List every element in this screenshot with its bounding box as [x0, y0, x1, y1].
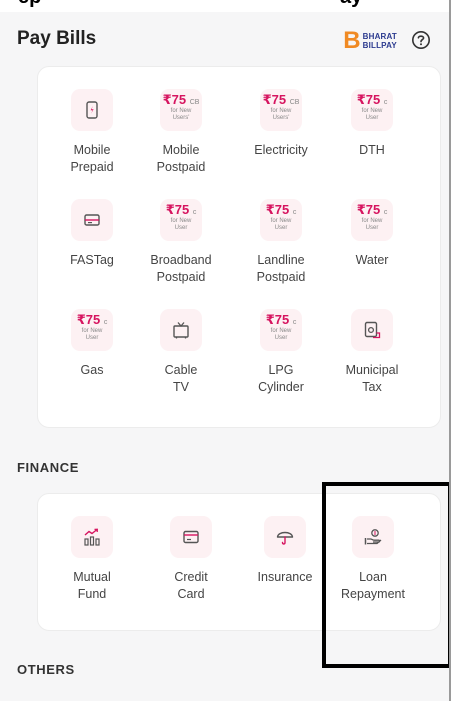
municipal-tax-icon — [351, 309, 393, 351]
tile-landline-postpaid[interactable]: ₹75 c for New User Landline Postpaid — [231, 199, 331, 286]
tile-label: Water — [355, 253, 389, 267]
bbps-logo-line2: BILLPAY — [362, 41, 397, 50]
cashback-offer-badge: ₹75 c for New User — [71, 309, 113, 351]
header: Pay Bills B BHARAT BILLPAY — [0, 26, 449, 60]
tile-label: LPG Cylinder — [258, 363, 304, 394]
tile-fastag[interactable]: FASTag — [42, 199, 142, 269]
help-icon[interactable] — [411, 30, 431, 50]
tile-mobile-postpaid[interactable]: ₹75 CB for New Users' Mobile Postpaid — [131, 89, 231, 176]
tile-label: FASTag — [70, 253, 114, 267]
cropped-text-left: ep — [18, 0, 41, 9]
cashback-offer-badge: ₹75 c for New User — [260, 199, 302, 241]
tile-label: Insurance — [257, 570, 313, 584]
credit-card-icon — [170, 516, 212, 558]
mutual-fund-icon — [71, 516, 113, 558]
top-cropped-text: ep ay — [0, 0, 449, 12]
tile-gas[interactable]: ₹75 c for New User Gas — [42, 309, 142, 379]
tile-label: Mobile Prepaid — [70, 143, 114, 174]
tile-label: Broadband Postpaid — [150, 253, 212, 284]
tile-label: Cable TV — [164, 363, 198, 394]
tile-dth[interactable]: ₹75 c for New User DTH — [322, 89, 422, 159]
tile-municipal-tax[interactable]: Municipal Tax — [322, 309, 422, 396]
tile-mobile-prepaid[interactable]: Mobile Prepaid — [42, 89, 142, 176]
cropped-text-right: ay — [340, 0, 362, 9]
cashback-offer-badge: ₹75 c for New User — [260, 309, 302, 351]
cashback-offer-badge: ₹75 c for New User — [351, 89, 393, 131]
finance-section-title: FINANCE — [17, 460, 79, 475]
tile-label: Mutual Fund — [73, 570, 111, 601]
tile-label: Electricity — [254, 143, 308, 157]
tile-credit-card[interactable]: Credit Card — [141, 516, 241, 603]
tile-electricity[interactable]: ₹75 CB for New Users' Electricity — [231, 89, 331, 159]
bharat-billpay-logo: B BHARAT BILLPAY — [343, 29, 397, 53]
cashback-offer-badge: ₹75 CB for New Users' — [260, 89, 302, 131]
bills-card: Mobile Prepaid ₹75 CB for New Users' Mobile Po… — [37, 66, 441, 428]
tile-label: Gas — [80, 363, 104, 377]
tile-water[interactable]: ₹75 c for New User Water — [322, 199, 422, 269]
others-section-title: OTHERS — [17, 662, 75, 677]
tile-label: Landline Postpaid — [256, 253, 306, 284]
page-title: Pay Bills — [17, 28, 97, 49]
tile-label: Mobile Postpaid — [156, 143, 206, 174]
app-screen: ep ay Pay Bills B BHARAT BILLPAY MobileP… — [0, 0, 451, 701]
bbps-logo-line1: BHARAT — [362, 32, 397, 41]
tile-label: DTH — [359, 143, 385, 157]
tile-mutual-fund[interactable]: Mutual Fund — [42, 516, 142, 603]
tile-broadband-postpaid[interactable]: ₹75 c for New User Broadband Postpaid — [131, 199, 231, 286]
tile-lpg-cylinder[interactable]: ₹75 c for New User LPG Cylinder — [231, 309, 331, 396]
highlight-box — [322, 482, 449, 668]
cashback-offer-badge: ₹75 c for New User — [160, 199, 202, 241]
umbrella-icon — [264, 516, 306, 558]
cashback-offer-badge: ₹75 c for New User — [351, 199, 393, 241]
cashback-offer-badge: ₹75 CB for New Users' — [160, 89, 202, 131]
tile-cable-tv[interactable]: Cable TV — [131, 309, 231, 396]
bbps-logo-letter: B — [343, 27, 361, 54]
fastag-icon — [71, 199, 113, 241]
tile-label: Municipal Tax — [345, 363, 399, 394]
tile-insurance[interactable]: Insurance — [235, 516, 335, 586]
tile-label: Credit Card — [174, 570, 208, 601]
mobile-icon — [71, 89, 113, 131]
tv-icon — [160, 309, 202, 351]
